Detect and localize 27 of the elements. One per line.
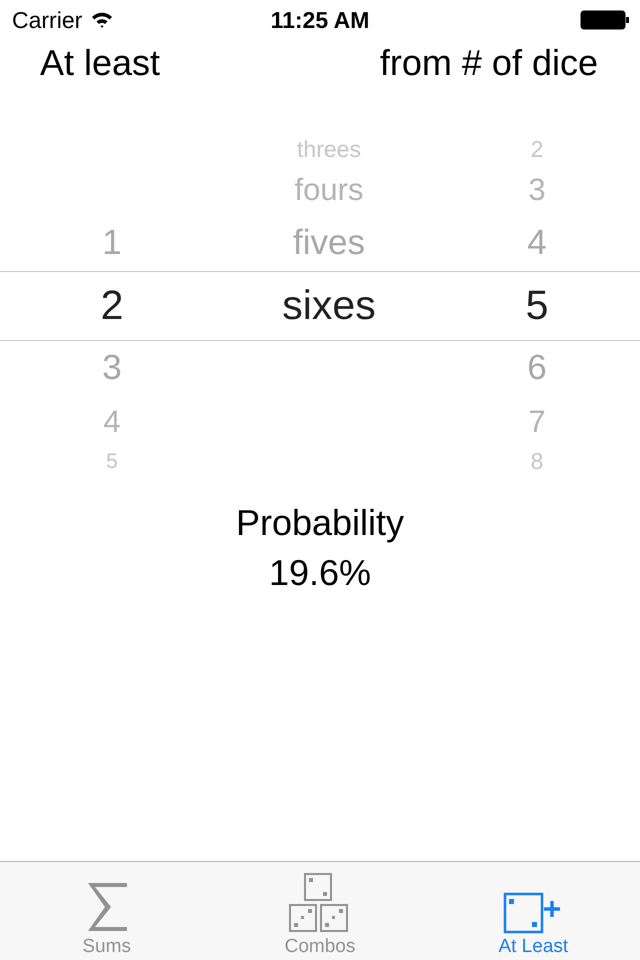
picker-option[interactable]: 2	[530, 138, 544, 160]
result-label: Probability	[236, 502, 404, 544]
picker-option[interactable]: fours	[294, 174, 364, 204]
picker-option[interactable]: 7	[528, 406, 546, 436]
picker-option[interactable]: 6	[527, 350, 547, 385]
picker-option[interactable]: 1	[102, 225, 122, 260]
battery-icon	[580, 10, 630, 30]
picker-option[interactable]: threes	[297, 138, 361, 160]
column-header: from # of dice	[380, 42, 598, 85]
picker-option[interactable]: 8	[530, 450, 544, 472]
picker-option[interactable]: 5	[526, 284, 548, 326]
tab[interactable]: At Least	[426, 862, 640, 960]
tab[interactable]: Combos	[213, 862, 427, 960]
carrier-label: Carrier	[12, 6, 82, 34]
picker-option[interactable]: 5	[106, 450, 118, 472]
probability-value: 19.6%	[268, 552, 372, 594]
picker-option[interactable]: 4	[103, 406, 121, 436]
column-header: At least	[40, 42, 160, 85]
picker-option[interactable]: 2	[100, 284, 124, 326]
picker-option[interactable]: 3	[528, 174, 546, 204]
tab[interactable]: Sums	[0, 862, 214, 960]
picker-option[interactable]: sixes	[282, 284, 376, 326]
picker-option[interactable]: 3	[102, 350, 122, 385]
clock: 11:25 AM	[270, 6, 370, 34]
picker-option[interactable]: 4	[527, 225, 547, 260]
wifi-icon	[90, 11, 114, 29]
picker-option[interactable]: fives	[293, 225, 365, 260]
